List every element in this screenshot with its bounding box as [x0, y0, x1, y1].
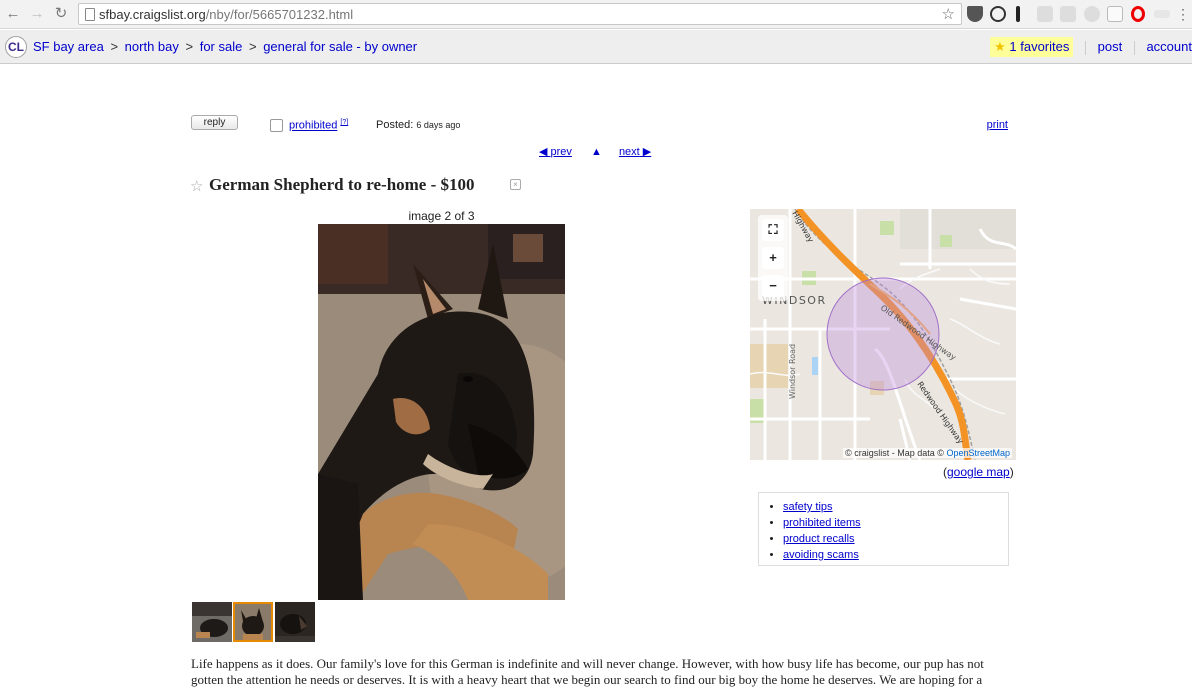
next-arrow-icon: ▶ — [639, 146, 652, 158]
bookmark-star-icon[interactable]: ☆ — [942, 5, 955, 23]
info-extension-icon[interactable] — [990, 6, 1006, 22]
next-link[interactable]: next ▶ — [619, 146, 651, 158]
favorite-star-icon[interactable]: ☆ — [190, 177, 203, 195]
breadcrumb-north-bay[interactable]: north bay — [125, 39, 179, 54]
prohibited-link[interactable]: prohibited — [289, 120, 337, 132]
dog-photo[interactable] — [318, 224, 565, 600]
favorite-star-icon: ★ — [994, 39, 1006, 54]
print-link[interactable]: print — [987, 119, 1008, 131]
extension-icon[interactable] — [1037, 6, 1053, 22]
breadcrumb-separator: > — [185, 39, 194, 54]
reload-icon[interactable]: ↻ — [52, 5, 70, 23]
breadcrumb-separator: > — [110, 39, 119, 54]
thumbnail-3[interactable] — [275, 602, 315, 642]
prev-next-nav: ◀ prev ▲ next ▶ — [539, 145, 651, 158]
map-attribution: © craigslist - Map data © OpenStreetMap — [843, 448, 1012, 458]
avoiding-scams-link[interactable]: avoiding scams — [783, 549, 859, 561]
page-icon — [85, 8, 95, 21]
divider — [1085, 40, 1086, 55]
zoom-in-button[interactable]: + — [762, 247, 784, 269]
text-cursor-extension-icon[interactable] — [1016, 6, 1020, 22]
extension-icon[interactable] — [1154, 10, 1170, 18]
favorites-link[interactable]: ★ 1 favorites — [990, 37, 1074, 57]
account-link[interactable]: account — [1146, 39, 1192, 54]
posted-date: Posted: 6 days ago — [376, 119, 460, 131]
posting-body: Life happens as it does. Our family's lo… — [191, 656, 984, 687]
product-recalls-link[interactable]: product recalls — [783, 533, 855, 545]
browser-toolbar: ← → ↻ sfbay.craigslist.org/nby/for/56657… — [0, 0, 1192, 29]
flag-checkbox[interactable] — [270, 119, 283, 132]
openstreetmap-link[interactable]: OpenStreetMap — [946, 448, 1010, 458]
thumbnail-1[interactable] — [192, 602, 232, 642]
map-road-label: Windsor Road — [788, 344, 797, 399]
header-links: ★ 1 favorites post account — [990, 37, 1192, 57]
extension-icon[interactable] — [1107, 6, 1123, 22]
google-map-link-wrapper: (google map) — [943, 465, 1014, 479]
thumbnail-2[interactable] — [233, 602, 273, 642]
url-text[interactable]: sfbay.craigslist.org/nby/for/5665701232.… — [99, 7, 353, 22]
forward-arrow-icon[interactable]: → — [28, 5, 46, 23]
list-item: avoiding scams — [783, 547, 1008, 563]
post-link[interactable]: post — [1098, 39, 1123, 54]
extension-icon[interactable] — [1084, 6, 1100, 22]
breadcrumb-category[interactable]: general for sale - by owner — [263, 39, 417, 54]
divider — [1133, 40, 1135, 55]
up-arrow-icon[interactable]: ▲ — [591, 146, 602, 158]
list-item: prohibited items — [783, 515, 1008, 531]
image-caption: image 2 of 3 — [408, 209, 475, 223]
safety-tips-link[interactable]: safety tips — [783, 501, 833, 513]
breadcrumb-separator: > — [248, 39, 257, 54]
address-bar[interactable]: sfbay.craigslist.org/nby/for/5665701232.… — [78, 3, 962, 25]
posting-title: German Shepherd to re-home - $100 — [209, 175, 475, 194]
map-controls: ⛶ + − — [758, 215, 788, 301]
hide-posting-icon[interactable]: × — [510, 179, 521, 190]
breadcrumb-sf-bay-area[interactable]: SF bay area — [33, 39, 104, 54]
craigslist-logo[interactable]: CL — [5, 36, 27, 58]
prohibited-flag: prohibited [?] — [289, 119, 348, 132]
google-map-link[interactable]: google map — [947, 465, 1010, 479]
pocket-icon[interactable] — [967, 6, 983, 22]
posted-ago: 6 days ago — [416, 120, 461, 130]
breadcrumb-for-sale[interactable]: for sale — [200, 39, 243, 54]
zoom-out-button[interactable]: − — [762, 275, 784, 297]
reply-button[interactable]: reply — [191, 115, 238, 130]
craigslist-header: CL SF bay area > north bay > for sale > … — [0, 30, 1192, 64]
prev-arrow-icon: ◀ — [539, 146, 551, 158]
prev-link[interactable]: ◀ prev — [539, 146, 572, 158]
menu-dots-icon[interactable]: ⋮ — [1176, 5, 1190, 23]
posted-label: Posted: — [376, 119, 414, 131]
back-arrow-icon[interactable]: ← — [4, 5, 22, 23]
opera-extension-icon[interactable] — [1131, 6, 1145, 22]
safety-links: safety tips prohibited items product rec… — [758, 492, 1009, 566]
list-item: product recalls — [783, 531, 1008, 547]
prohibited-items-link[interactable]: prohibited items — [783, 517, 861, 529]
map[interactable]: WINDSOR Highway Old Redwood Highway Redw… — [750, 209, 1016, 460]
extension-icon[interactable] — [1060, 6, 1076, 22]
prohibited-help-link[interactable]: [?] — [340, 119, 348, 126]
fullscreen-icon[interactable]: ⛶ — [762, 219, 784, 241]
list-item: safety tips — [783, 499, 1008, 515]
breadcrumb: SF bay area > north bay > for sale > gen… — [33, 39, 417, 54]
